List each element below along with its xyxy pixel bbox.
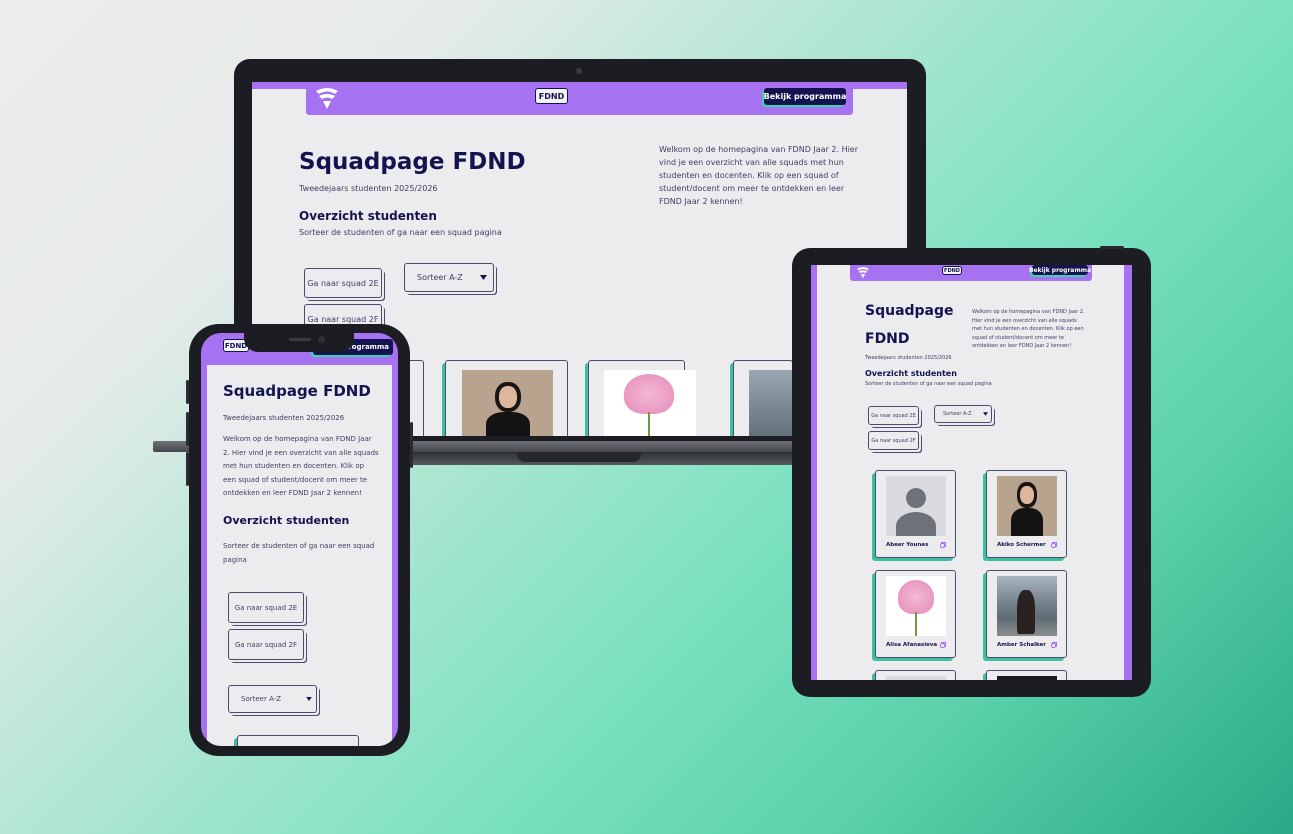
student-photo-amber	[997, 576, 1057, 636]
squad-2e-button[interactable]: Ga naar squad 2E	[868, 406, 919, 425]
page-title-line1: Squadpage	[865, 303, 954, 319]
student-card[interactable]	[588, 360, 696, 436]
student-card[interactable]	[237, 735, 359, 746]
squad-2e-button[interactable]: Ga naar squad 2E	[228, 592, 304, 623]
laptop-header: FDND Bekijk programma	[306, 82, 853, 115]
sort-select-value: Sorteer A-Z	[943, 411, 972, 417]
student-card[interactable]	[445, 360, 568, 436]
phone-screen: FDND Bekijk programma Squadpage FDND Twe…	[201, 333, 398, 746]
phone-side-button	[186, 452, 189, 486]
student-card[interactable]: Abeer Younes	[875, 470, 956, 558]
student-card[interactable]: Alisa Afanasieva	[875, 570, 956, 658]
tablet-device: FDND Bekijk programma Squadpage FDND Twe…	[792, 246, 1151, 697]
fdnd-pill[interactable]: FDND	[942, 266, 962, 275]
phone-device: FDND Bekijk programma Squadpage FDND Twe…	[186, 324, 413, 756]
chevron-down-icon	[480, 275, 487, 280]
page-subtitle: Tweedejaars studenten 2025/2026	[299, 184, 438, 193]
student-photo-alisa	[604, 370, 696, 436]
phone-side-button	[186, 380, 189, 404]
sort-select-value: Sorteer A-Z	[417, 273, 463, 282]
chevron-down-icon	[306, 697, 312, 701]
external-link-icon[interactable]	[940, 542, 946, 548]
page-title: Squadpage FDND	[223, 382, 371, 400]
student-photo-alisa	[886, 576, 946, 636]
student-photo-amber	[749, 370, 794, 436]
student-avatar-placeholder	[886, 476, 946, 536]
page-title: Squadpage FDND	[299, 149, 526, 175]
tablet-button	[1100, 246, 1124, 249]
tablet-header: FDND Bekijk programma	[850, 265, 1092, 281]
squad-2f-button[interactable]: Ga naar squad 2F	[228, 629, 304, 660]
student-name: Amber Schalker	[997, 642, 1046, 648]
student-name: Akiko Schermer	[997, 542, 1046, 548]
student-card[interactable]: Akiko Schermer	[986, 470, 1067, 558]
squad-2f-button[interactable]: Ga naar squad 2F	[868, 431, 919, 450]
intro-text: Welkom op de homepagina van FDND Jaar 2.…	[972, 309, 1085, 349]
student-photo-akiko	[997, 476, 1057, 536]
chevron-down-icon	[983, 412, 988, 416]
program-button[interactable]: Bekijk programma	[1029, 265, 1091, 275]
external-link-icon[interactable]	[940, 642, 946, 648]
phone-side-button	[186, 412, 189, 446]
page-subtitle: Tweedejaars studenten 2025/2026	[865, 355, 952, 361]
fdnd-pill[interactable]: FDND	[535, 88, 568, 104]
intro-text: Welkom op de homepagina van FDND Jaar 2.…	[223, 435, 379, 497]
student-card[interactable]	[733, 360, 794, 436]
student-card[interactable]: Amber Schalker	[986, 570, 1067, 658]
student-card[interactable]	[875, 670, 956, 680]
intro-text: Welkom op de homepagina van FDND Jaar 2.…	[659, 145, 859, 206]
overview-heading: Overzicht studenten	[223, 514, 350, 527]
student-name: Abeer Younes	[886, 542, 929, 548]
phone-notch	[244, 333, 354, 352]
program-button[interactable]: Bekijk programma	[764, 88, 846, 105]
overview-subtext: Sorteer de studenten of ga naar een squa…	[223, 542, 375, 564]
squad-2e-button[interactable]: Ga naar squad 2E	[304, 268, 382, 298]
page-subtitle: Tweedejaars studenten 2025/2026	[223, 414, 345, 422]
phone-side-button	[410, 422, 413, 468]
external-link-icon[interactable]	[1051, 542, 1057, 548]
page-title-line2: FDND	[865, 331, 910, 347]
student-name: Alisa Afanasieva	[886, 642, 938, 648]
tablet-screen: FDND Bekijk programma Squadpage FDND Twe…	[811, 265, 1132, 680]
sort-select-value: Sorteer A-Z	[241, 695, 282, 703]
sort-select[interactable]: Sorteer A-Z	[404, 263, 494, 292]
overview-heading: Overzicht studenten	[299, 209, 437, 223]
fdnd-logo-icon[interactable]	[856, 266, 870, 279]
student-photo-akiko	[462, 370, 553, 436]
student-card[interactable]	[986, 670, 1067, 680]
sort-select[interactable]: Sorteer A-Z	[934, 405, 992, 423]
sort-select[interactable]: Sorteer A-Z	[228, 685, 317, 713]
external-link-icon[interactable]	[1051, 642, 1057, 648]
laptop-camera	[576, 68, 582, 74]
fdnd-logo-icon[interactable]	[314, 86, 340, 110]
laptop-notch	[517, 452, 641, 462]
overview-subtext: Sorteer de studenten of ga naar een squa…	[299, 228, 502, 237]
overview-heading: Overzicht studenten	[865, 369, 957, 378]
overview-subtext: Sorteer de studenten of ga naar een squa…	[865, 381, 992, 387]
